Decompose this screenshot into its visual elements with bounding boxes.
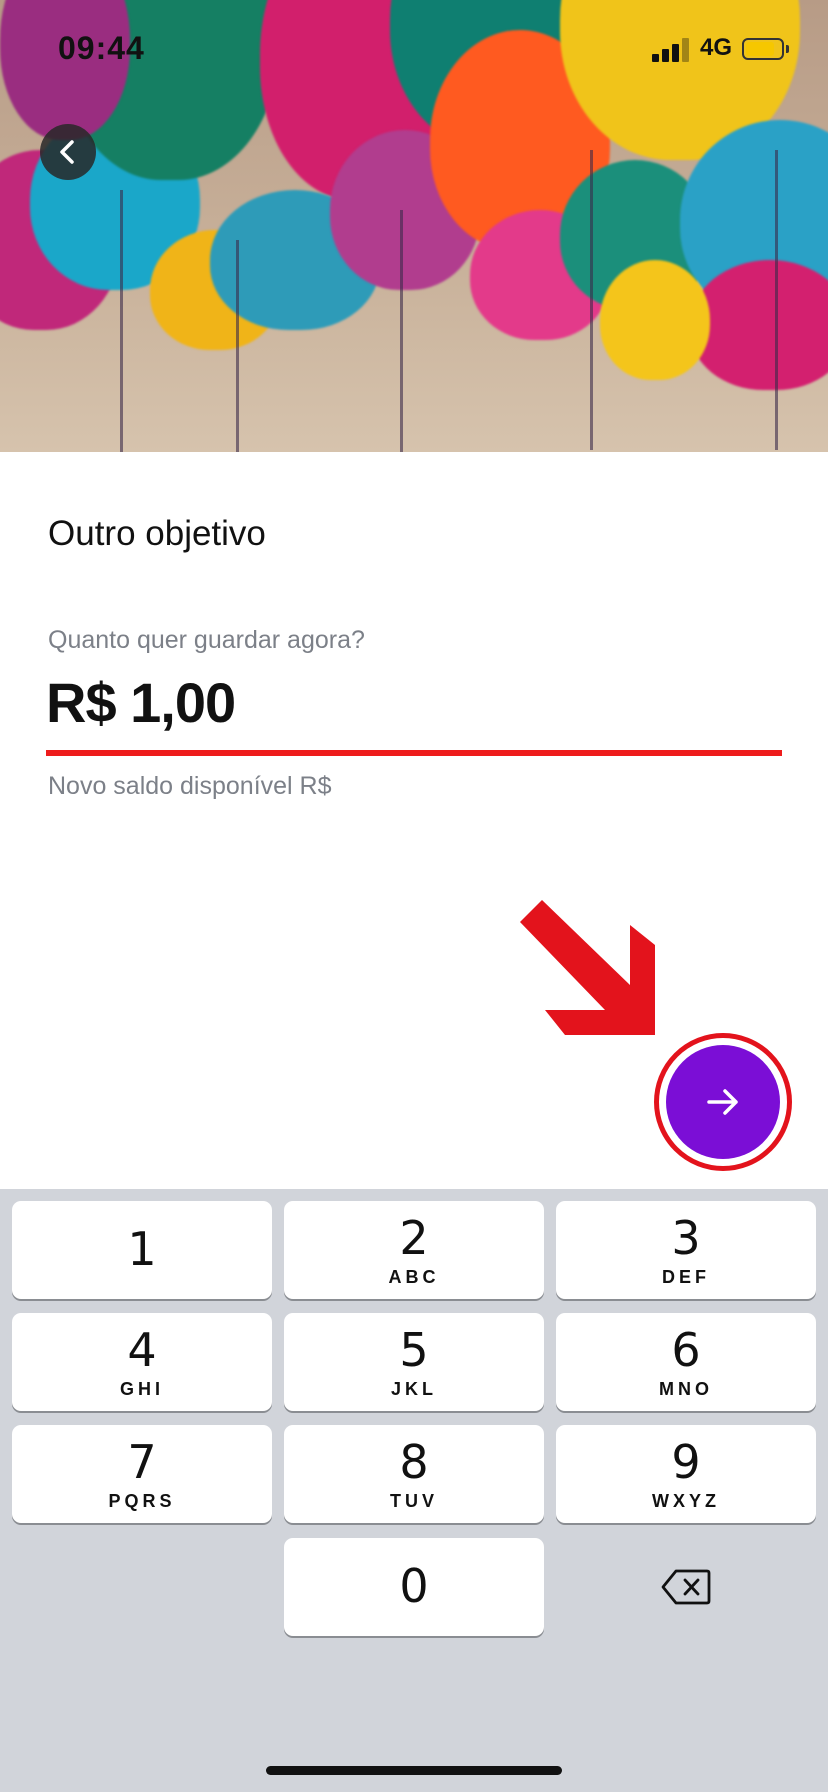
key-letters: WXYZ bbox=[652, 1491, 720, 1511]
key-4[interactable]: 4 GHI bbox=[12, 1313, 272, 1411]
key-digit: 9 bbox=[671, 1435, 701, 1489]
delete-key[interactable] bbox=[556, 1538, 816, 1636]
amount-prompt: Quanto quer guardar agora? bbox=[48, 626, 365, 654]
home-indicator[interactable] bbox=[266, 1766, 562, 1775]
key-digit: 0 bbox=[399, 1559, 429, 1613]
signal-icon bbox=[652, 38, 690, 62]
amount-input[interactable]: R$ 1,00 bbox=[46, 670, 236, 735]
status-bar: 09:44 4G bbox=[0, 0, 828, 100]
key-7[interactable]: 7 PQRS bbox=[12, 1425, 272, 1523]
amount-underline bbox=[46, 750, 782, 756]
key-1[interactable]: 1 bbox=[12, 1201, 272, 1299]
annotation-arrow-icon bbox=[520, 900, 655, 1035]
key-5[interactable]: 5 JKL bbox=[284, 1313, 544, 1411]
key-digit: 4 bbox=[127, 1323, 157, 1377]
battery-tip bbox=[786, 45, 789, 53]
new-balance-label: Novo saldo disponível R$ bbox=[48, 772, 332, 800]
key-digit: 5 bbox=[399, 1323, 429, 1377]
key-digit: 1 bbox=[127, 1222, 157, 1276]
key-digit: 7 bbox=[127, 1435, 157, 1489]
key-digit: 2 bbox=[399, 1211, 429, 1265]
back-button[interactable] bbox=[40, 124, 96, 180]
key-0[interactable]: 0 bbox=[284, 1538, 544, 1636]
page-title: Outro objetivo bbox=[48, 514, 266, 553]
chevron-left-icon bbox=[60, 140, 74, 164]
key-6[interactable]: 6 MNO bbox=[556, 1313, 816, 1411]
key-letters: JKL bbox=[390, 1379, 437, 1399]
backspace-icon bbox=[661, 1569, 711, 1605]
key-letters: DEF bbox=[662, 1267, 710, 1287]
network-type: 4G bbox=[700, 34, 733, 61]
key-letters: ABC bbox=[388, 1267, 440, 1287]
key-digit: 8 bbox=[399, 1435, 429, 1489]
key-3[interactable]: 3 DEF bbox=[556, 1201, 816, 1299]
status-time: 09:44 bbox=[58, 30, 145, 66]
key-digit: 6 bbox=[671, 1323, 701, 1377]
key-9[interactable]: 9 WXYZ bbox=[556, 1425, 816, 1523]
key-digit: 3 bbox=[671, 1211, 701, 1265]
key-letters: PQRS bbox=[108, 1491, 176, 1511]
key-letters: GHI bbox=[119, 1379, 164, 1399]
key-letters: MNO bbox=[659, 1379, 713, 1399]
key-2[interactable]: 2 ABC bbox=[284, 1201, 544, 1299]
key-8[interactable]: 8 TUV bbox=[284, 1425, 544, 1523]
next-button[interactable] bbox=[666, 1045, 780, 1159]
battery-icon bbox=[742, 38, 784, 60]
arrow-right-icon bbox=[707, 1089, 738, 1115]
key-letters: TUV bbox=[390, 1491, 438, 1511]
